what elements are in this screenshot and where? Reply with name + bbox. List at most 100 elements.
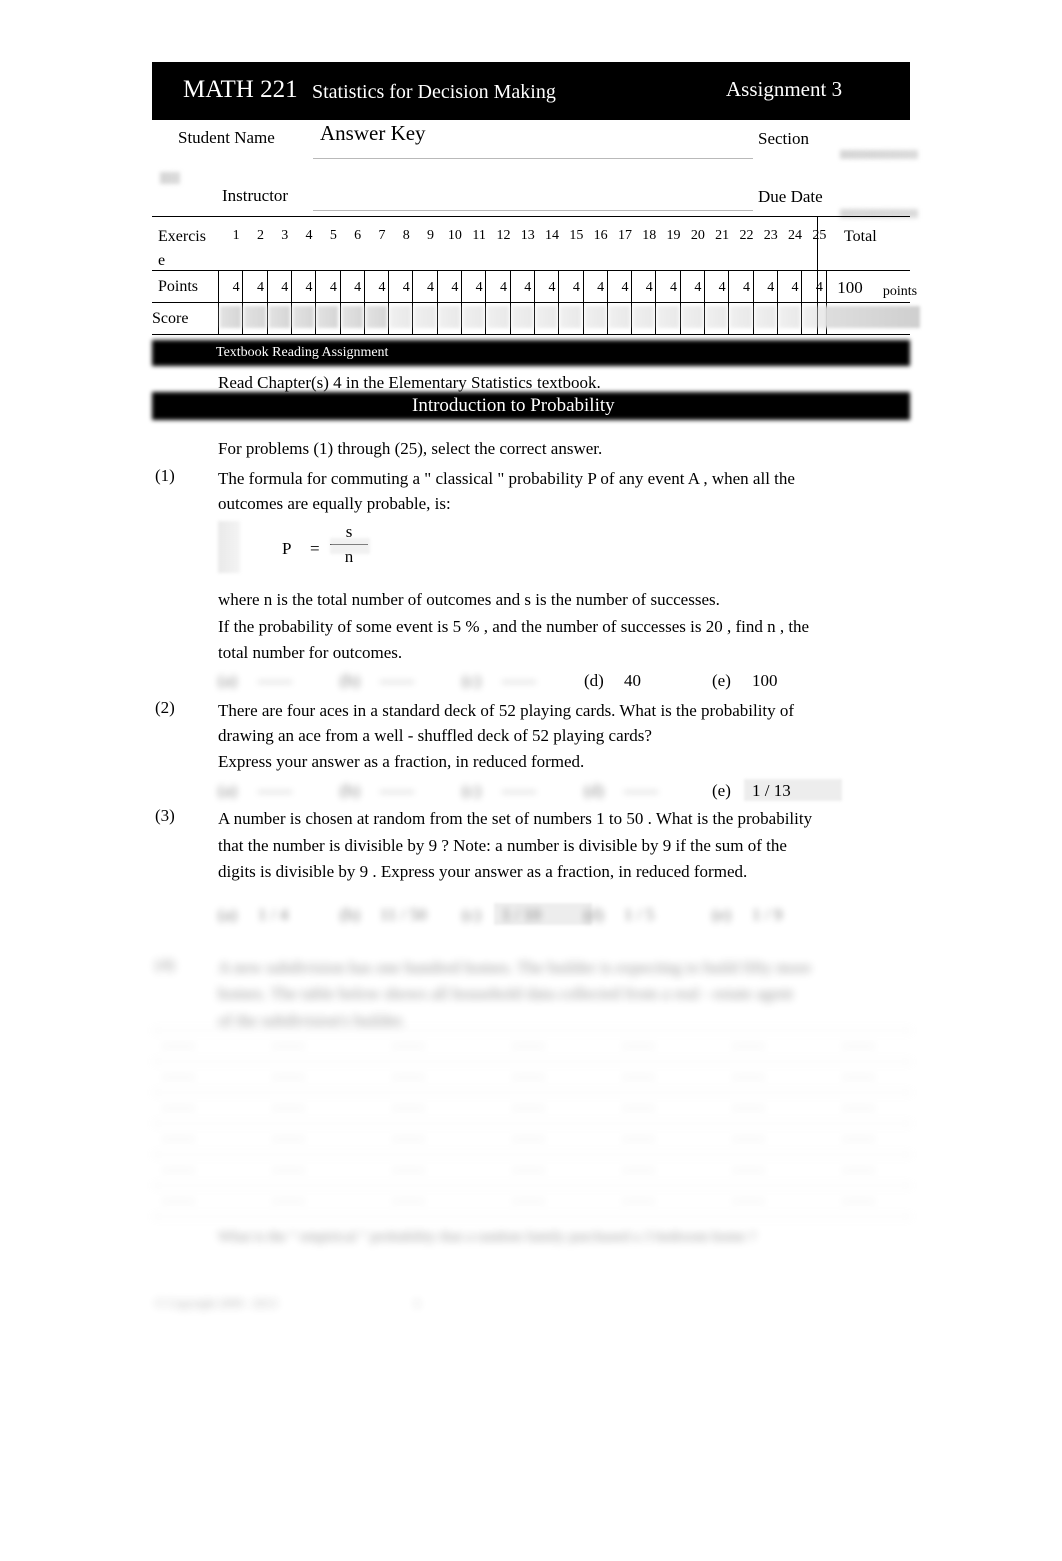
choice-value[interactable]: —— <box>502 778 536 803</box>
table-cell: ——— <box>272 1164 305 1176</box>
points-unit: points <box>882 284 918 299</box>
points-value: 4 <box>742 280 750 295</box>
choice-key[interactable]: (a) <box>218 902 237 927</box>
table-cell: ——— <box>622 1071 655 1083</box>
choice-key[interactable]: (e) <box>712 668 731 693</box>
exercise-number: 6 <box>354 228 362 243</box>
course-code: MATH 221 <box>183 76 298 103</box>
points-value: 4 <box>475 280 483 295</box>
choice-value[interactable]: —— <box>624 778 658 803</box>
table-cell: ——— <box>512 1133 545 1145</box>
score-blank <box>754 306 776 328</box>
exercise-number: 23 <box>763 228 778 243</box>
grid-line <box>679 270 681 334</box>
choice-value[interactable]: 1 / 10 <box>502 902 541 927</box>
points-value: 4 <box>670 280 678 295</box>
choice-key[interactable]: (d) <box>584 902 604 927</box>
table-cell: ——— <box>162 1071 195 1083</box>
score-blank <box>803 306 825 328</box>
table-cell: ——— <box>392 1040 425 1052</box>
score-blank <box>560 306 582 328</box>
choice-value[interactable]: —— <box>380 778 414 803</box>
points-value: 4 <box>815 280 823 295</box>
choice-key[interactable]: (e) <box>712 902 731 927</box>
points-value: 4 <box>427 280 435 295</box>
score-blank <box>365 306 388 328</box>
choice-key[interactable]: (b) <box>340 902 360 927</box>
choice-key[interactable]: (d) <box>584 778 604 803</box>
table-rule <box>152 1216 912 1217</box>
score-blank <box>317 306 339 328</box>
table-cell: ——— <box>842 1195 875 1207</box>
problem-1-after-3: total number for outcomes. <box>218 643 403 662</box>
choice-key[interactable]: (b) <box>340 778 360 803</box>
exercise-number: 18 <box>642 228 657 243</box>
table-cell: ——— <box>272 1133 305 1145</box>
table-cell: ——— <box>162 1164 195 1176</box>
exercise-number: 19 <box>666 228 681 243</box>
choice-value[interactable]: 1 / 9 <box>752 902 782 927</box>
points-value: 4 <box>378 280 386 295</box>
grid-line <box>606 270 608 334</box>
choice-value[interactable]: 1 / 13 <box>752 778 791 803</box>
grid-line <box>363 270 365 334</box>
grid-line <box>752 270 754 334</box>
exercise-number: 15 <box>569 228 584 243</box>
exercise-number: 9 <box>427 228 435 243</box>
choice-value[interactable]: —— <box>258 668 292 693</box>
choice-key[interactable]: (b) <box>340 668 360 693</box>
total-points: 100 <box>837 278 863 297</box>
table-rule <box>152 1154 912 1155</box>
table-cell: ——— <box>842 1071 875 1083</box>
score-blank <box>390 306 412 328</box>
points-value: 4 <box>402 280 410 295</box>
score-label: Score <box>152 310 189 327</box>
exercise-number: 24 <box>788 228 803 243</box>
score-blank <box>657 306 679 328</box>
score-blank <box>681 306 703 328</box>
assignment-title: Assignment 3 <box>726 77 843 101</box>
bottom-table-caption: What is the " empirical " probability th… <box>218 1229 756 1245</box>
grid-line <box>388 270 390 334</box>
choice-key[interactable]: (c) <box>462 778 481 803</box>
table-rule <box>152 1123 912 1124</box>
points-value: 4 <box>281 280 289 295</box>
choice-value[interactable]: 1 / 5 <box>624 902 654 927</box>
table-cell: ——— <box>512 1040 545 1052</box>
choice-value[interactable]: —— <box>502 668 536 693</box>
choice-value[interactable]: —— <box>380 668 414 693</box>
choice-key[interactable]: (e) <box>712 778 731 803</box>
score-blank <box>706 306 728 328</box>
choice-value[interactable]: 1 / 4 <box>258 902 288 927</box>
problem-2-line-3: Express your answer as a fraction, in re… <box>218 752 585 771</box>
table-rule <box>152 1061 912 1062</box>
choice-key[interactable]: (a) <box>218 778 237 803</box>
choice-value[interactable]: 40 <box>624 668 641 693</box>
points-value: 4 <box>256 280 264 295</box>
grid-line <box>704 270 705 334</box>
choice-key[interactable]: (c) <box>462 902 481 927</box>
formula-equals: = <box>310 539 320 558</box>
points-value: 4 <box>305 280 313 295</box>
score-blank <box>463 306 485 328</box>
table-cell: ——— <box>392 1133 425 1145</box>
choice-value[interactable]: 11 / 50 <box>380 902 427 927</box>
exercise-number: 13 <box>520 228 535 243</box>
formula-bracket <box>218 521 240 573</box>
choice-value[interactable]: —— <box>258 778 292 803</box>
table-cell: ——— <box>842 1102 875 1114</box>
table-rule <box>152 1030 912 1031</box>
choice-key[interactable]: (a) <box>218 668 237 693</box>
points-value: 4 <box>597 280 605 295</box>
choice-value[interactable]: 100 <box>752 668 778 693</box>
exercise-number: 8 <box>402 228 410 243</box>
table-cell: ——— <box>732 1040 765 1052</box>
score-blank <box>268 306 290 328</box>
score-blank <box>244 306 266 328</box>
score-blank <box>730 306 752 328</box>
table-cell: ——— <box>272 1040 305 1052</box>
choice-key[interactable]: (d) <box>584 668 604 693</box>
choice-key[interactable]: (c) <box>462 668 481 693</box>
points-value: 4 <box>621 280 629 295</box>
table-cell: ——— <box>622 1133 655 1145</box>
